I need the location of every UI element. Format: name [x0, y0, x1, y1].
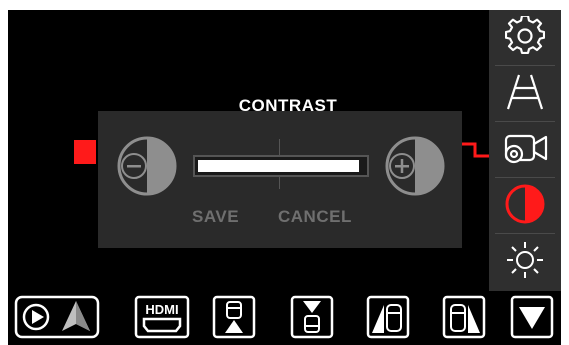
left-side-view-icon — [366, 295, 410, 339]
sidebar-item-guide-lines[interactable] — [489, 68, 561, 116]
sidebar-divider — [495, 121, 555, 122]
front-view-icon — [290, 295, 334, 339]
contrast-icon — [505, 184, 545, 224]
sidebar-divider — [495, 65, 555, 66]
contrast-dialog: SAVE CANCEL — [98, 111, 462, 248]
rear-view-button[interactable] — [212, 295, 256, 339]
sidebar-divider — [495, 233, 555, 234]
right-side-view-icon — [442, 295, 486, 339]
bottom-bar: HDMI — [8, 291, 561, 345]
guide-line-left — [74, 140, 96, 164]
screen: CONTRAST SAVE CANCEL HDMI — [0, 0, 569, 345]
carplay-android-auto-icon — [14, 295, 100, 339]
hdmi-icon: HDMI — [134, 295, 190, 339]
collapse-menu-button[interactable] — [510, 295, 554, 339]
lane-guide-icon — [506, 74, 544, 110]
front-view-button[interactable] — [290, 295, 334, 339]
camera-settings-icon — [504, 134, 548, 164]
carplay-android-auto-button[interactable] — [14, 295, 100, 339]
sidebar-item-settings[interactable] — [489, 12, 561, 60]
cancel-button[interactable]: CANCEL — [278, 207, 352, 227]
sidebar — [489, 10, 561, 291]
gear-icon — [505, 16, 545, 54]
sidebar-item-brightness[interactable] — [489, 236, 561, 284]
camera-display: CONTRAST SAVE CANCEL — [8, 10, 489, 291]
contrast-increase-button[interactable] — [384, 135, 446, 197]
collapse-arrow-icon — [510, 295, 554, 339]
sidebar-divider — [495, 177, 555, 178]
brightness-icon — [507, 242, 543, 278]
rear-view-icon — [212, 295, 256, 339]
slider-fill — [198, 160, 359, 172]
sidebar-item-contrast[interactable] — [489, 180, 561, 228]
hdmi-button[interactable]: HDMI — [134, 295, 190, 339]
contrast-decrease-button[interactable] — [116, 135, 178, 197]
save-button[interactable]: SAVE — [192, 207, 239, 227]
contrast-slider[interactable] — [193, 155, 369, 177]
left-side-view-button[interactable] — [366, 295, 410, 339]
guide-line-right — [461, 142, 489, 158]
sidebar-item-camera-settings[interactable] — [489, 124, 561, 172]
hdmi-text: HDMI — [145, 302, 178, 317]
right-side-view-button[interactable] — [442, 295, 486, 339]
